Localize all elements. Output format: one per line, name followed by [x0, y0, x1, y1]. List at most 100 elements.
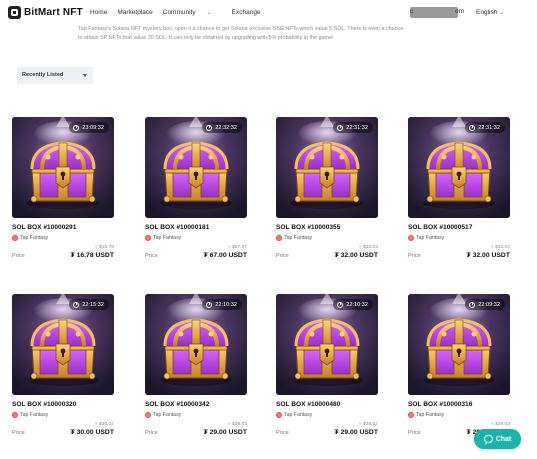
- nft-thumbnail[interactable]: 22:15:32: [12, 294, 114, 395]
- usd-estimate: ≈ $29.03: [358, 422, 378, 427]
- nft-thumbnail[interactable]: 22:10:32: [145, 294, 247, 395]
- nft-title[interactable]: SOL BOX #10000355: [276, 224, 378, 231]
- collection-tag[interactable]: Tap Fantasy: [145, 235, 247, 241]
- clock-icon: [73, 124, 80, 131]
- nft-card[interactable]: 22:09:32 SOL BOX #10000316 Tap Fantasy ≈…: [408, 294, 510, 436]
- price-row: Price ₮ 30.00 USDT: [12, 429, 114, 436]
- nft-title[interactable]: SOL BOX #10000342: [145, 401, 247, 408]
- clock-icon: [206, 301, 213, 308]
- nft-card[interactable]: 22:10:32 SOL BOX #10000480 Tap Fantasy ≈…: [276, 294, 378, 436]
- timer-value: 23:09:32: [82, 124, 104, 131]
- usd-estimate: ≈ $29.03: [490, 422, 510, 427]
- collection-name: Tap Fantasy: [20, 235, 49, 241]
- nft-thumbnail[interactable]: 23:09:32: [12, 117, 114, 218]
- countdown-timer: 23:09:32: [69, 122, 109, 133]
- collection-tag[interactable]: Tap Fantasy: [408, 235, 510, 241]
- timer-value: 22:32:32: [215, 124, 237, 131]
- price-label: Price: [12, 429, 25, 436]
- price-amount: 67.00 USDT: [209, 252, 247, 259]
- nft-title[interactable]: SOL BOX #10000480: [276, 401, 378, 408]
- price-amount: 32.00 USDT: [472, 252, 510, 259]
- tether-icon: ₮: [334, 429, 339, 436]
- nft-title[interactable]: SOL BOX #10000517: [408, 224, 510, 231]
- tether-icon: ₮: [70, 252, 75, 259]
- price-row: Price ₮ 29.00 USDT: [145, 429, 247, 436]
- timer-value: 22:09:32: [478, 301, 500, 308]
- clock-icon: [206, 124, 213, 131]
- nft-card[interactable]: 22:15:32 SOL BOX #10000320 Tap Fantasy ≈…: [12, 294, 114, 436]
- collection-name: Tap Fantasy: [416, 412, 445, 418]
- language-selector[interactable]: English ⌄: [476, 9, 504, 16]
- tether-icon: ₮: [466, 252, 471, 259]
- price-amount: 29.00 USDT: [209, 429, 247, 436]
- clock-icon: [337, 301, 344, 308]
- price-row: Price ₮ 29.00 USDT: [276, 429, 378, 436]
- tap-fantasy-icon: [408, 412, 414, 418]
- tap-fantasy-icon: [12, 235, 18, 241]
- usd-estimate: ≈ $16.79: [94, 245, 114, 250]
- tap-fantasy-icon: [145, 235, 151, 241]
- tap-fantasy-icon: [276, 235, 282, 241]
- nft-thumbnail[interactable]: 22:32:32: [145, 117, 247, 218]
- collection-tag[interactable]: Tap Fantasy: [12, 412, 114, 418]
- timer-value: 22:15:32: [82, 301, 104, 308]
- countdown-timer: 22:10:32: [202, 299, 242, 310]
- nft-thumbnail[interactable]: 22:31:32: [276, 117, 378, 218]
- nft-card[interactable]: 22:31:32 SOL BOX #10000355 Tap Fantasy ≈…: [276, 117, 378, 259]
- collection-tag[interactable]: Tap Fantasy: [12, 235, 114, 241]
- clock-icon: [337, 124, 344, 131]
- caret-down-icon: [83, 74, 87, 77]
- collection-name: Tap Fantasy: [153, 235, 182, 241]
- usd-estimate: ≈ $67.07: [227, 245, 247, 250]
- price-value: ₮ 29.00 USDT: [203, 429, 247, 436]
- bitmart-logo-icon: [8, 6, 21, 19]
- price-amount: 29.00 USDT: [340, 429, 378, 436]
- timer-value: 22:31:32: [346, 124, 368, 131]
- sort-select[interactable]: Recently Listed: [17, 67, 93, 84]
- collection-tag[interactable]: Tap Fantasy: [276, 412, 378, 418]
- description-line: to obtain SP NFTs that value 30 SOL. It …: [78, 35, 334, 41]
- nav-marketplace[interactable]: Marketplace: [117, 9, 152, 16]
- price-value: ₮ 32.00 USDT: [466, 252, 510, 259]
- price-label: Price: [12, 252, 25, 259]
- collection-description: Tap Fantasy's Solana NFT mystery box, op…: [78, 25, 458, 43]
- price-row: Price ₮ 16.78 USDT: [12, 252, 114, 259]
- chat-button[interactable]: Chat: [474, 429, 521, 449]
- nft-card[interactable]: 22:31:32 SOL BOX #10000517 Tap Fantasy ≈…: [408, 117, 510, 259]
- price-row: Price ₮ 32.00 USDT: [276, 252, 378, 259]
- countdown-timer: 22:09:32: [465, 299, 505, 310]
- collection-name: Tap Fantasy: [284, 235, 313, 241]
- tether-icon: ₮: [203, 252, 208, 259]
- nft-title[interactable]: SOL BOX #10000291: [12, 224, 114, 231]
- nft-card[interactable]: 22:32:32 SOL BOX #10000181 Tap Fantasy ≈…: [145, 117, 247, 259]
- chat-label: Chat: [495, 435, 512, 443]
- price-label: Price: [408, 252, 421, 259]
- nft-thumbnail[interactable]: 22:31:32: [408, 117, 510, 218]
- clock-icon: [469, 301, 476, 308]
- nft-title[interactable]: SOL BOX #10000316: [408, 401, 510, 408]
- nft-card[interactable]: 23:09:32 SOL BOX #10000291 Tap Fantasy ≈…: [12, 117, 114, 259]
- nft-title[interactable]: SOL BOX #10000181: [145, 224, 247, 231]
- collection-tag[interactable]: Tap Fantasy: [276, 235, 378, 241]
- nav-community[interactable]: Community ⌄: [163, 9, 222, 16]
- nft-thumbnail[interactable]: 22:09:32: [408, 294, 510, 395]
- tap-fantasy-icon: [145, 412, 151, 418]
- countdown-timer: 22:32:32: [202, 122, 242, 133]
- price-label: Price: [408, 429, 421, 436]
- nav-exchange[interactable]: Exchange: [232, 9, 261, 16]
- account-email-redacted[interactable]: [410, 7, 458, 18]
- nft-title[interactable]: SOL BOX #10000320: [12, 401, 114, 408]
- bitmart-logo[interactable]: BitMart NFT: [8, 6, 83, 19]
- collection-tag[interactable]: Tap Fantasy: [408, 412, 510, 418]
- chevron-down-icon: ⌄: [499, 10, 505, 16]
- nft-card[interactable]: 22:10:32 SOL BOX #10000342 Tap Fantasy ≈…: [145, 294, 247, 436]
- price-row: Price ₮ 67.00 USDT: [145, 252, 247, 259]
- nft-thumbnail[interactable]: 22:10:32: [276, 294, 378, 395]
- chat-bubble-icon: [483, 435, 493, 445]
- timer-value: 22:31:32: [478, 124, 500, 131]
- nav-home[interactable]: Home: [90, 9, 107, 16]
- price-value: ₮ 29.00 USDT: [334, 429, 378, 436]
- collection-name: Tap Fantasy: [153, 412, 182, 418]
- collection-tag[interactable]: Tap Fantasy: [145, 412, 247, 418]
- collection-name: Tap Fantasy: [20, 412, 49, 418]
